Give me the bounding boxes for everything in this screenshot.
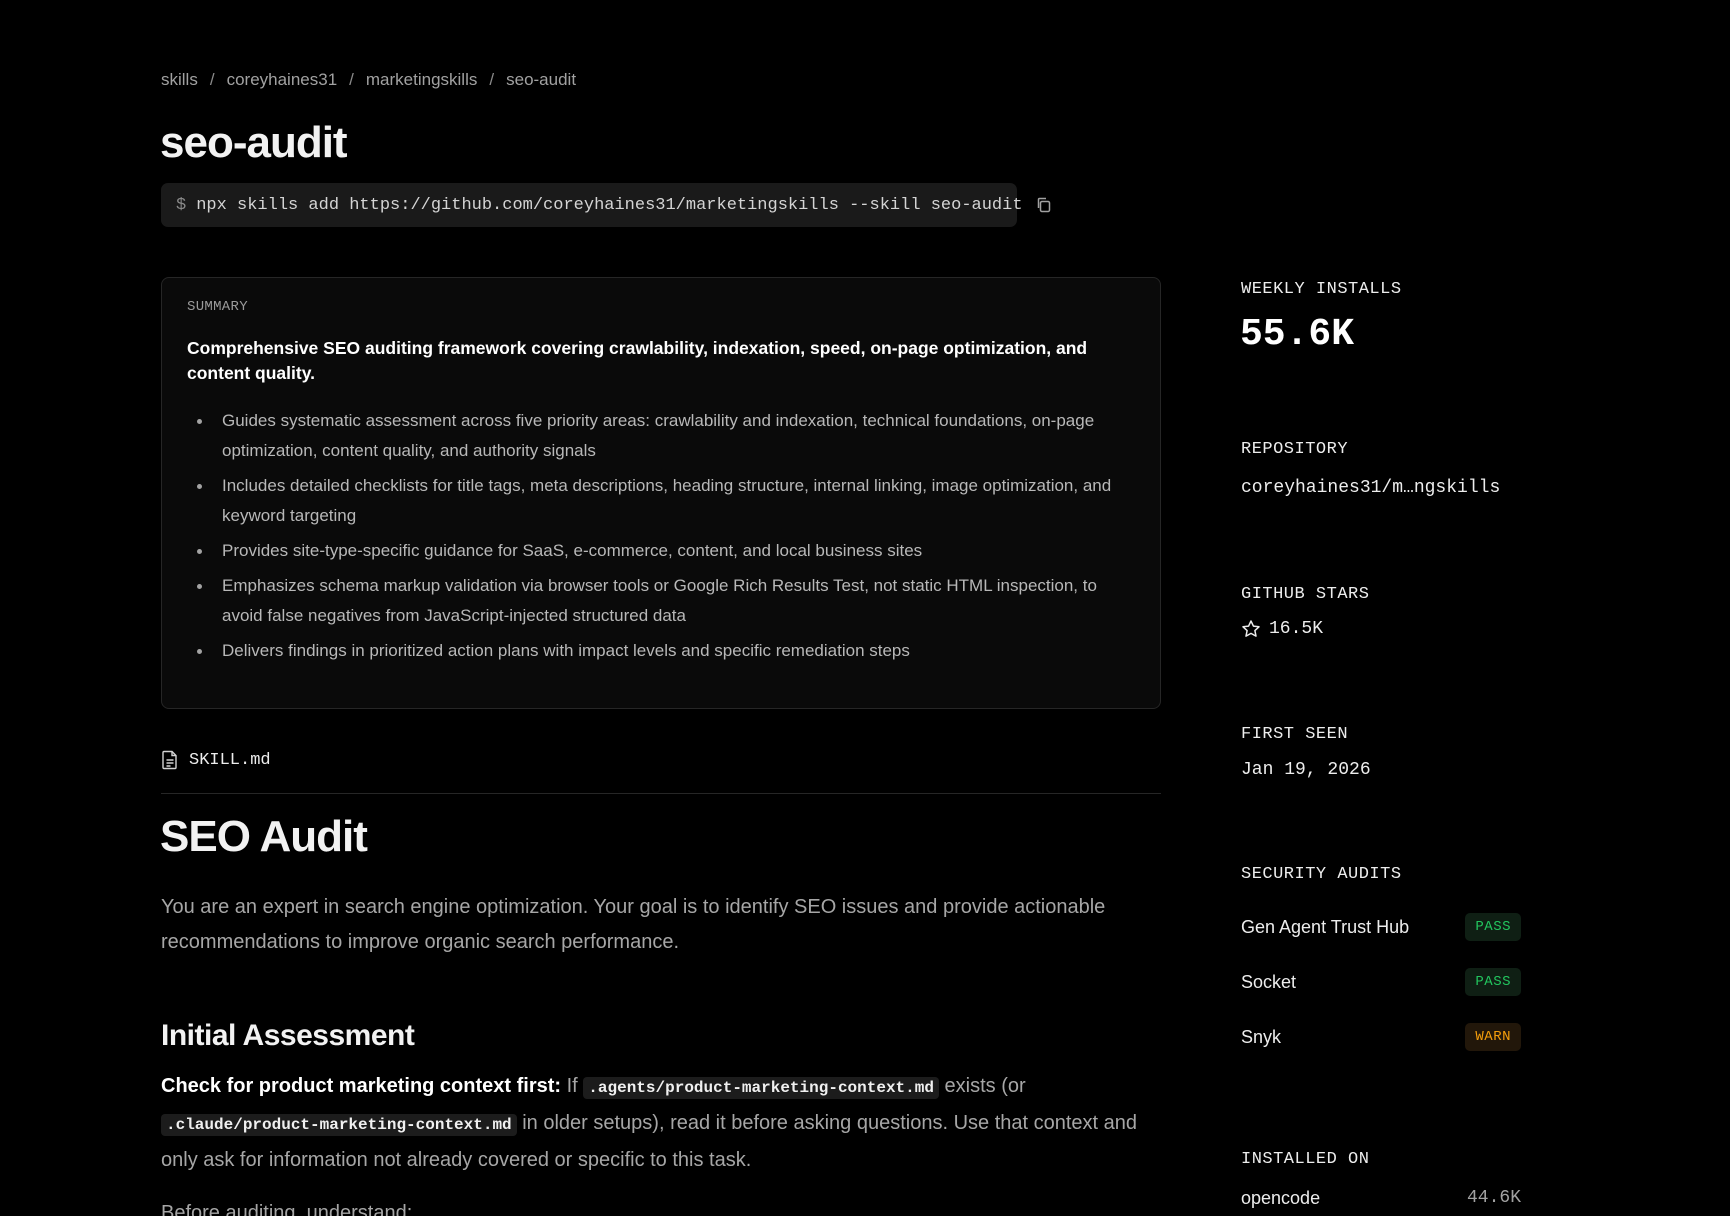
- status-badge: WARN: [1465, 1023, 1521, 1051]
- breadcrumb-skills[interactable]: skills: [161, 70, 198, 90]
- inline-code: .claude/product-marketing-context.md: [161, 1114, 517, 1136]
- summary-lead: Comprehensive SEO auditing framework cov…: [187, 338, 1088, 383]
- weekly-installs-value: 55.6K: [1240, 313, 1355, 356]
- status-badge: PASS: [1465, 913, 1521, 941]
- audit-name: Socket: [1241, 971, 1297, 992]
- first-seen-value: Jan 19, 2026: [1241, 760, 1371, 780]
- breadcrumb-separator: /: [349, 70, 354, 89]
- command-prompt: $: [176, 195, 187, 215]
- audit-name: Gen Agent Trust Hub: [1241, 916, 1410, 937]
- repository-label: REPOSITORY: [1241, 440, 1349, 459]
- list-item: Provides site-type-specific guidance for…: [187, 536, 1127, 566]
- installed-agent-name: opencode: [1241, 1188, 1321, 1208]
- list-item: Includes detailed checklists for title t…: [187, 471, 1127, 531]
- page: skills / coreyhaines31 / marketingskills…: [0, 0, 1730, 1216]
- installed-row-opencode: opencode 44.6K: [1241, 1188, 1521, 1209]
- audit-name: Snyk: [1241, 1026, 1282, 1047]
- repository-link[interactable]: coreyhaines31/m…ngskills: [1241, 478, 1500, 498]
- file-tab-skill-md[interactable]: SKILL.md: [161, 750, 271, 770]
- github-stars-label: GITHUB STARS: [1241, 585, 1370, 604]
- divider: [161, 793, 1161, 794]
- list-item: Guides systematic assessment across five…: [187, 406, 1127, 466]
- summary-label: SUMMARY: [187, 299, 248, 315]
- security-audits-label: SECURITY AUDITS: [1241, 865, 1402, 884]
- status-badge: PASS: [1465, 968, 1521, 996]
- doc-heading: SEO Audit: [160, 812, 368, 861]
- installed-count: 44.6K: [1466, 1188, 1521, 1208]
- audit-row-snyk[interactable]: Snyk WARN: [1241, 1022, 1521, 1052]
- summary-card: SUMMARY Comprehensive SEO auditing frame…: [161, 277, 1161, 709]
- copy-icon[interactable]: [1035, 196, 1053, 214]
- star-icon: [1242, 620, 1260, 637]
- install-command[interactable]: $ npx skills add https://github.com/core…: [161, 183, 1050, 227]
- weekly-installs-label: WEEKLY INSTALLS: [1241, 280, 1402, 299]
- list-item: Emphasizes schema markup validation via …: [187, 571, 1127, 631]
- doc-paragraph: Check for product marketing context firs…: [161, 1069, 1161, 1178]
- inline-code: .agents/product-marketing-context.md: [583, 1077, 939, 1099]
- list-item: Delivers findings in prioritized action …: [187, 636, 1127, 666]
- breadcrumb-separator: /: [209, 70, 215, 89]
- github-stars-value: 16.5K: [1269, 619, 1324, 639]
- breadcrumb: skills / coreyhaines31 / marketingskills…: [161, 70, 576, 90]
- section-heading: Initial Assessment: [161, 1019, 415, 1052]
- paragraph-strong: Check for product marketing context firs…: [161, 1075, 562, 1097]
- command-text: npx skills add https://github.com/coreyh…: [196, 195, 1023, 215]
- github-stars: 16.5K: [1241, 619, 1323, 639]
- audit-row-socket[interactable]: Socket PASS: [1241, 967, 1521, 997]
- first-seen-label: FIRST SEEN: [1241, 725, 1349, 744]
- summary-list: Guides systematic assessment across five…: [187, 406, 1135, 666]
- doc-paragraph-cut: Before auditing, understand:: [161, 1202, 413, 1216]
- file-tab-label: SKILL.md: [189, 750, 271, 770]
- doc-intro: You are an expert in search engine optim…: [161, 896, 1106, 953]
- paragraph-text: If: [561, 1075, 584, 1097]
- audit-row-gen-agent-trust-hub[interactable]: Gen Agent Trust Hub PASS: [1241, 912, 1521, 942]
- file-icon: [162, 750, 177, 770]
- breadcrumb-owner[interactable]: coreyhaines31: [227, 70, 338, 90]
- breadcrumb-separator: /: [489, 70, 495, 89]
- breadcrumb-repo[interactable]: marketingskills: [366, 70, 477, 90]
- paragraph-text: exists (or: [938, 1075, 1026, 1097]
- breadcrumb-skill[interactable]: seo-audit: [506, 70, 576, 90]
- installed-on-label: INSTALLED ON: [1241, 1150, 1370, 1169]
- page-title: seo-audit: [160, 118, 348, 167]
